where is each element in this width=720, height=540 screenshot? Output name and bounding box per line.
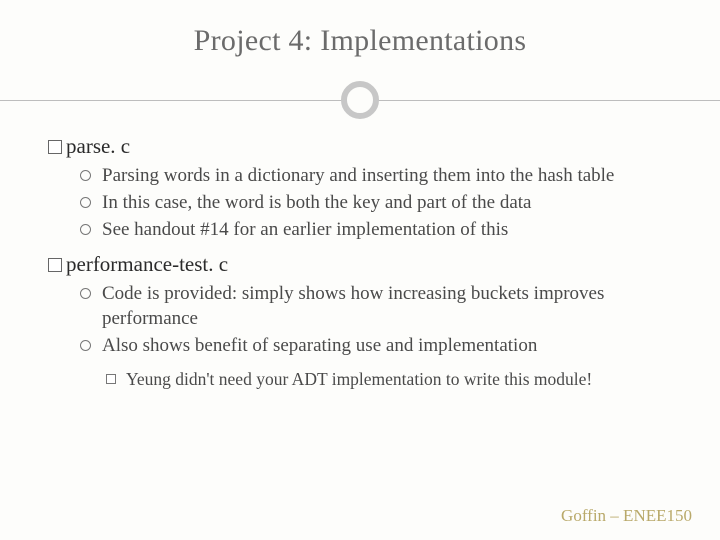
content-area: parse. c Parsing words in a dictionary a… <box>44 134 676 392</box>
section-heading: performance-test. c <box>48 252 672 277</box>
slide-title: Project 4: Implementations <box>44 24 676 58</box>
footer-text: Goffin – ENEE150 <box>561 506 692 526</box>
bullet-list: Parsing words in a dictionary and insert… <box>80 163 672 242</box>
bullet-list: Code is provided: simply shows how incre… <box>80 281 672 358</box>
divider-circle-icon <box>341 81 379 119</box>
list-item: Code is provided: simply shows how incre… <box>80 281 672 331</box>
section-heading-text: performance-test. c <box>66 252 228 276</box>
sub-bullet-list: Yeung didn't need your ADT implementatio… <box>106 368 672 392</box>
title-divider <box>44 80 676 120</box>
slide: Project 4: Implementations parse. c Pars… <box>0 0 720 540</box>
list-item: See handout #14 for an earlier implement… <box>80 217 672 242</box>
section-heading-text: parse. c <box>66 134 130 158</box>
square-bullet-icon <box>48 140 62 154</box>
section-heading: parse. c <box>48 134 672 159</box>
list-item: Yeung didn't need your ADT implementatio… <box>106 368 672 392</box>
list-item: Also shows benefit of separating use and… <box>80 333 672 358</box>
list-item: In this case, the word is both the key a… <box>80 190 672 215</box>
list-item: Parsing words in a dictionary and insert… <box>80 163 672 188</box>
square-bullet-icon <box>48 258 62 272</box>
